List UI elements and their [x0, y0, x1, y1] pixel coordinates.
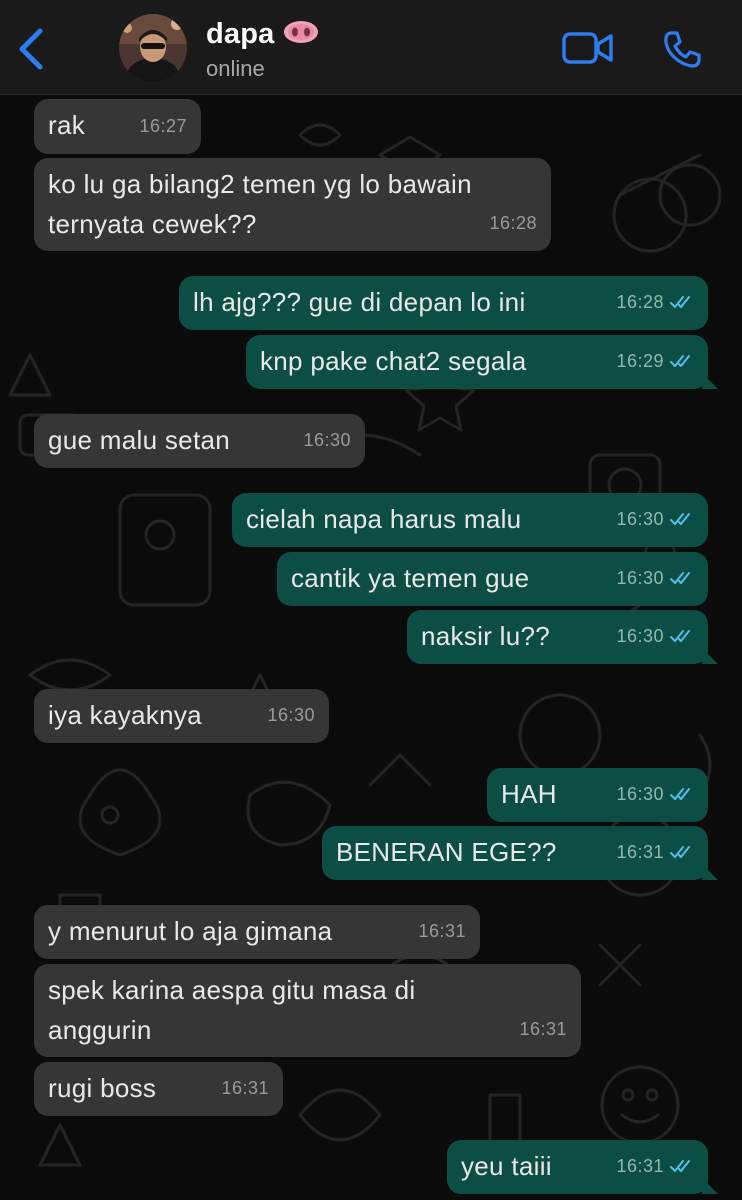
message-time-text: 16:29: [616, 351, 664, 371]
message-bubble[interactable]: cielah napa harus malu 16:30: [232, 493, 708, 547]
message-time: 16:31: [519, 1009, 567, 1049]
message-time-text: 16:31: [418, 921, 466, 941]
pig-nose-icon: [283, 21, 318, 44]
message-time: 16:31: [616, 1146, 694, 1186]
message-time-text: 16:31: [616, 1156, 664, 1176]
double-check-icon: [670, 630, 690, 642]
message-time: 16:30: [616, 558, 694, 598]
message-bubble[interactable]: BENERAN EGE?? 16:31: [322, 826, 718, 880]
message-time: 16:30: [616, 499, 694, 539]
message-time-text: 16:27: [139, 116, 187, 136]
message-time-text: 16:28: [489, 213, 537, 233]
video-camera-icon[interactable]: [562, 31, 614, 65]
chevron-left-icon[interactable]: [14, 28, 48, 70]
message-time-text: 16:30: [616, 626, 664, 646]
message-bubble[interactable]: cantik ya temen gue 16:30: [277, 552, 708, 606]
message-time: 16:30: [303, 420, 351, 460]
message-text: cielah napa harus malu: [246, 504, 522, 534]
message-time-text: 16:30: [616, 784, 664, 804]
message-time-text: 16:31: [616, 842, 664, 862]
message-text: ko lu ga bilang2 temen yg lo bawain tern…: [48, 169, 472, 239]
message-time: 16:28: [616, 282, 694, 322]
message-time-text: 16:28: [616, 292, 664, 312]
message-text: rugi boss: [48, 1073, 157, 1103]
message-text: cantik ya temen gue: [291, 563, 530, 593]
message-time: 16:27: [139, 106, 187, 146]
message-time: 16:31: [616, 832, 694, 872]
message-bubble[interactable]: gue malu setan 16:30: [34, 414, 365, 468]
message-text: lh ajg??? gue di depan lo ini: [193, 287, 526, 317]
message-text: spek karina aespa gitu masa di anggurin: [48, 975, 416, 1045]
message-text: BENERAN EGE??: [336, 837, 557, 867]
message-time: 16:30: [267, 695, 315, 735]
message-bubble[interactable]: iya kayaknya 16:30: [34, 689, 329, 743]
message-time: 16:29: [616, 341, 694, 381]
double-check-icon: [670, 513, 690, 525]
contact-name[interactable]: dapa: [206, 18, 319, 51]
message-bubble[interactable]: knp pake chat2 segala 16:29: [246, 335, 718, 389]
message-bubble[interactable]: rak 16:27: [34, 99, 201, 154]
chat-header: dapa online: [0, 0, 742, 95]
double-check-icon: [670, 846, 690, 858]
contact-status: online: [206, 56, 265, 81]
double-check-icon: [670, 355, 690, 367]
contact-name-text: dapa: [206, 18, 275, 50]
message-text: rak: [48, 110, 86, 140]
message-time-text: 16:31: [221, 1078, 269, 1098]
message-bubble[interactable]: HAH 16:30: [487, 768, 708, 822]
message-time-text: 16:31: [519, 1019, 567, 1039]
message-time-text: 16:30: [616, 509, 664, 529]
message-time-text: 16:30: [616, 568, 664, 588]
message-time: 16:28: [489, 203, 537, 243]
message-text: knp pake chat2 segala: [260, 346, 527, 376]
message-bubble[interactable]: spek karina aespa gitu masa di anggurin …: [34, 964, 581, 1057]
message-text: yeu taiii: [461, 1151, 552, 1181]
message-time-text: 16:30: [303, 430, 351, 450]
avatar[interactable]: [119, 14, 187, 82]
message-bubble[interactable]: naksir lu?? 16:30: [407, 610, 718, 664]
message-bubble[interactable]: yeu taiii 16:31: [447, 1140, 718, 1194]
message-bubble[interactable]: y menurut lo aja gimana 16:31: [34, 905, 480, 959]
message-bubble[interactable]: rugi boss 16:31: [34, 1062, 283, 1116]
message-bubble[interactable]: ko lu ga bilang2 temen yg lo bawain tern…: [34, 158, 551, 251]
double-check-icon: [670, 1160, 690, 1172]
message-time: 16:30: [616, 616, 694, 656]
message-bubble[interactable]: lh ajg??? gue di depan lo ini 16:28: [179, 276, 708, 330]
message-text: naksir lu??: [421, 621, 551, 651]
double-check-icon: [670, 788, 690, 800]
double-check-icon: [670, 572, 690, 584]
message-text: HAH: [501, 779, 557, 809]
message-time: 16:30: [616, 774, 694, 814]
message-text: gue malu setan: [48, 425, 230, 455]
phone-icon[interactable]: [662, 29, 702, 69]
message-time: 16:31: [221, 1068, 269, 1108]
message-time-text: 16:30: [267, 705, 315, 725]
message-text: iya kayaknya: [48, 700, 202, 730]
message-text: y menurut lo aja gimana: [48, 916, 333, 946]
double-check-icon: [670, 296, 690, 308]
message-time: 16:31: [418, 911, 466, 951]
